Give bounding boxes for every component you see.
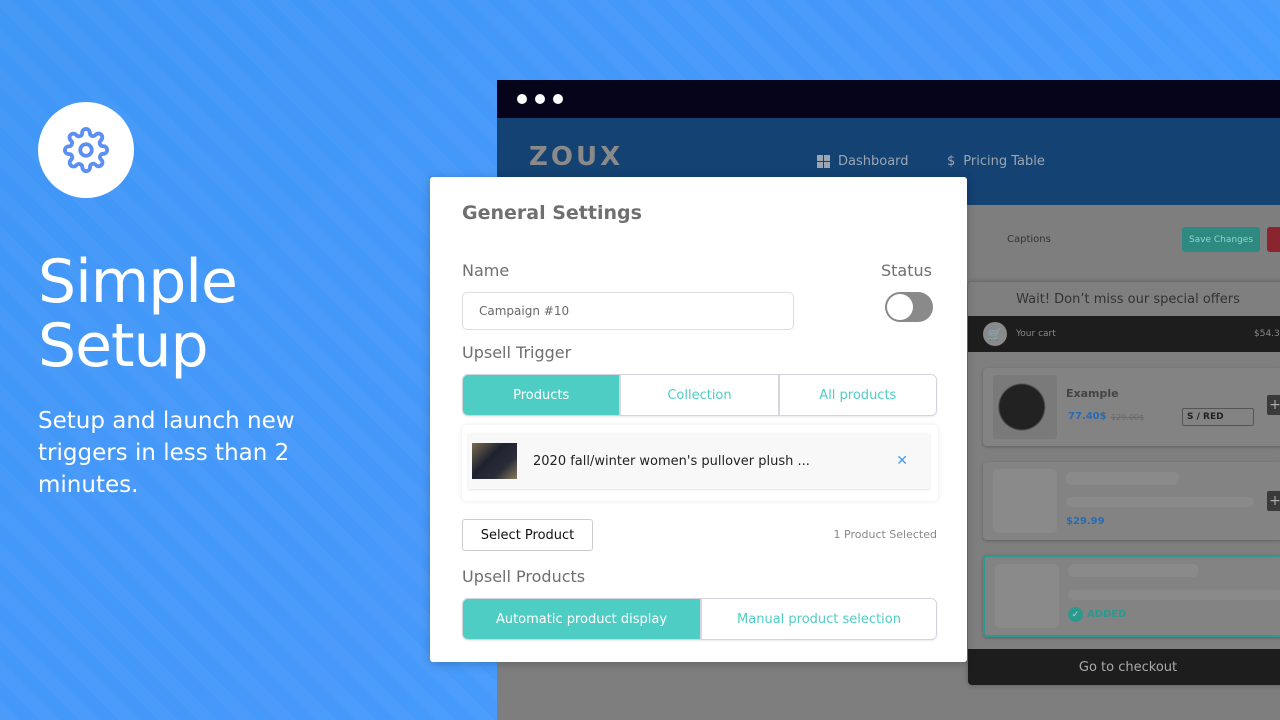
general-settings-panel: General Settings Name Status Campaign #1… [430,177,967,662]
nav-pricing-table[interactable]: $ Pricing Table [947,154,1045,169]
status-label: Status [881,261,932,280]
select-product-button[interactable]: Select Product [462,519,593,551]
text-placeholder [1066,472,1179,485]
save-changes-button[interactable]: Save Changes [1182,227,1260,252]
dollar-icon: $ [947,154,956,169]
upsell-products-label: Upsell Products [462,567,586,586]
delete-button[interactable] [1267,227,1280,252]
product-thumbnail [472,443,517,479]
trigger-option-collection[interactable]: Collection [619,375,778,415]
cart-bar: 🛒 Your cart $54.3 [968,316,1280,352]
nav-label: Dashboard [838,154,909,169]
product-name: Example [1066,387,1119,400]
added-label: ADDED [1087,609,1127,620]
product-image [993,375,1057,439]
text-placeholder [1066,497,1254,507]
window-dot [535,94,545,104]
remove-product-icon[interactable]: ✕ [896,453,908,469]
cart-preview: Wait! Don’t miss our special offers 🛒 Yo… [968,282,1280,685]
window-dot [517,94,527,104]
panel-title: General Settings [462,202,642,224]
cart-title: Your cart [1016,329,1056,339]
logo: ZOUX [529,142,624,172]
name-label: Name [462,261,510,280]
cart-icon: 🛒 [983,322,1007,346]
product-price: $29.99 [1066,516,1105,527]
add-item-button[interactable]: + [1267,395,1280,415]
trigger-option-all-products[interactable]: All products [777,375,936,415]
upsell-trigger-label: Upsell Trigger [462,343,572,362]
trigger-option-products[interactable]: Products [463,375,620,415]
checkout-button[interactable]: Go to checkout [968,649,1280,685]
product-price: 77.40$ [1068,411,1107,422]
upsell-option-automatic[interactable]: Automatic product display [463,599,700,639]
campaign-name-input[interactable]: Campaign #10 [462,292,794,330]
variant-value: S / RED [1187,412,1224,422]
hero-title: Simple Setup [38,247,238,381]
upsell-option-manual[interactable]: Manual product selection [700,599,936,639]
product-old-price: 129.00$ [1111,413,1145,422]
cart-item-added: ✓ ADDED [983,555,1280,637]
toggle-knob [887,294,913,320]
variant-select[interactable]: S / RED [1182,408,1254,426]
selected-count: 1 Product Selected [833,528,937,541]
check-icon: ✓ [1068,607,1083,622]
selected-product-name: 2020 fall/winter women's pullover plush … [533,453,810,469]
add-item-button[interactable]: + [1267,491,1280,511]
upsell-trigger-segmented: Products Collection All products [462,374,937,416]
text-placeholder [1068,590,1280,600]
added-status: ✓ ADDED [1068,607,1126,622]
image-placeholder [993,469,1057,533]
text-placeholder [1068,564,1198,577]
hero-subtitle: Setup and launch new triggers in less th… [38,408,295,498]
cart-item: $29.99 + [983,462,1280,540]
status-toggle[interactable] [885,292,933,322]
window-dot [553,94,563,104]
cart-offer-header: Wait! Don’t miss our special offers [1016,291,1240,307]
image-placeholder [995,564,1059,628]
nav-dashboard[interactable]: Dashboard [817,154,909,169]
hero-title-line1: Simple [38,247,238,317]
cart-total: $54.3 [1254,329,1280,339]
dashboard-icon [817,155,830,168]
window-titlebar [497,80,1280,118]
hero-title-line2: Setup [38,311,209,381]
upsell-products-segmented: Automatic product display Manual product… [462,598,937,640]
gear-icon [63,127,109,173]
tab-captions[interactable]: Captions [1007,234,1051,245]
selected-products-list: 2020 fall/winter women's pullover plush … [462,425,938,501]
campaign-name-value: Campaign #10 [479,304,570,318]
gear-badge [38,102,134,198]
nav-label: Pricing Table [963,154,1045,169]
selected-product-row: 2020 fall/winter women's pullover plush … [468,433,930,489]
cart-item: Example 77.40$ 129.00$ S / RED + [983,368,1280,446]
